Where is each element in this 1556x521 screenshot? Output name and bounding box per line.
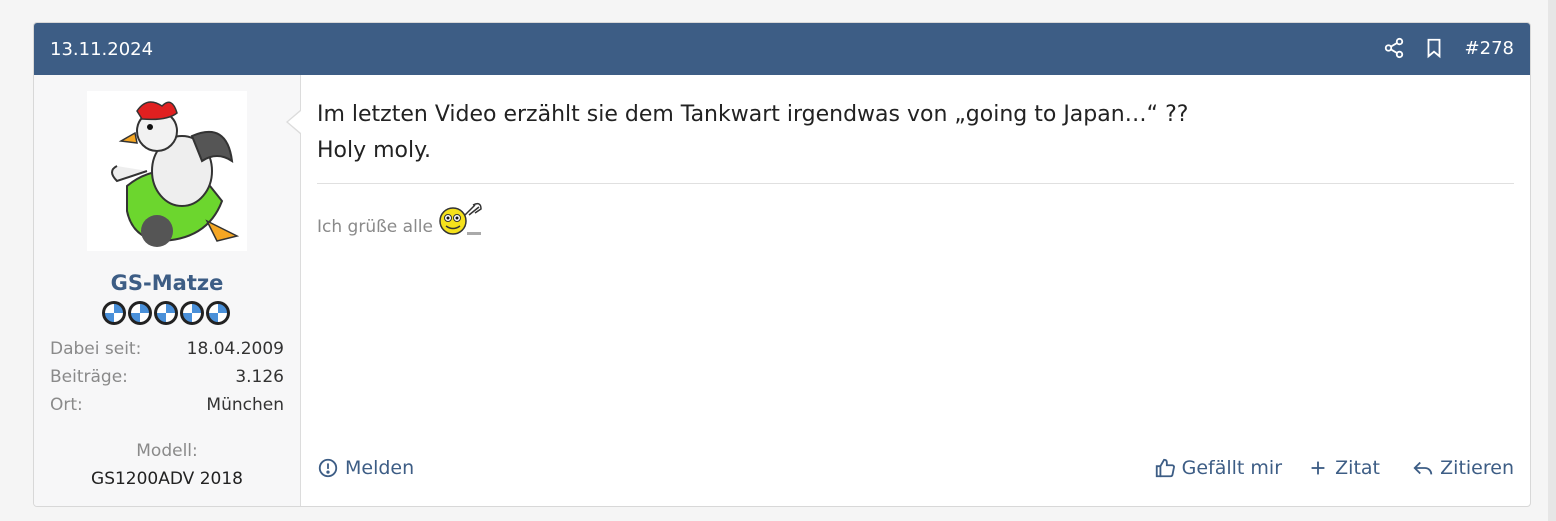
multi-quote-label: Zitat xyxy=(1335,457,1380,479)
waving-smiley-icon xyxy=(439,202,482,235)
report-label: Melden xyxy=(345,457,415,479)
info-joined: Dabei seit: 18.04.2009 xyxy=(50,339,284,359)
modell-label: Modell: xyxy=(136,441,198,461)
bookmark-icon[interactable] xyxy=(1423,37,1445,59)
header-actions: #278 xyxy=(1383,37,1514,59)
message-body: Im letzten Video erzählt sie dem Tankwar… xyxy=(317,97,1188,169)
reply-icon xyxy=(1413,461,1433,475)
avatar[interactable] xyxy=(87,91,247,251)
message-arrow-fill xyxy=(288,111,301,133)
multi-quote-button[interactable]: Zitat xyxy=(1307,457,1380,479)
plus-icon xyxy=(1311,461,1325,475)
report-button[interactable]: Melden xyxy=(317,457,414,479)
reply-quote-label: Zitieren xyxy=(1440,457,1514,479)
post-number-link[interactable]: #278 xyxy=(1465,38,1514,59)
signature: Ich grüße alle xyxy=(317,201,483,237)
user-sidebar: GS-Matze Dabei seit: 18.04.2009 Beiträge… xyxy=(34,75,301,506)
info-value[interactable]: 3.126 xyxy=(235,367,284,387)
rank-roundel-icon xyxy=(102,301,126,325)
info-value[interactable]: München xyxy=(206,395,284,415)
signature-text: Ich grüße alle xyxy=(317,217,433,237)
rank-roundel-icon xyxy=(206,301,230,325)
modell-value: GS1200ADV 2018 xyxy=(91,469,243,489)
username[interactable]: GS-Matze xyxy=(34,271,300,295)
post-date[interactable]: 13.11.2024 xyxy=(50,39,153,60)
post-actions: Melden Gefällt mir Zitat Zitieren xyxy=(317,457,1514,487)
info-location: Ort: München xyxy=(50,395,284,415)
info-label: Ort: xyxy=(50,395,83,415)
alert-circle-icon xyxy=(318,458,338,478)
reply-quote-button[interactable]: Zitieren xyxy=(1412,457,1514,479)
info-posts: Beiträge: 3.126 xyxy=(50,367,284,387)
forum-post: 13.11.2024 #278 GS-Matze Dabei seit: 18.… xyxy=(33,22,1531,507)
scrollbar-track[interactable] xyxy=(1548,0,1556,521)
like-button[interactable]: Gefällt mir xyxy=(1154,457,1282,479)
user-rank xyxy=(101,300,231,326)
post-content: Im letzten Video erzählt sie dem Tankwar… xyxy=(317,75,1514,506)
rank-roundel-icon xyxy=(154,301,178,325)
info-value: 18.04.2009 xyxy=(186,339,284,359)
message-line: Im letzten Video erzählt sie dem Tankwar… xyxy=(317,102,1189,127)
signature-divider xyxy=(317,183,1514,184)
rank-roundel-icon xyxy=(180,301,204,325)
post-header: 13.11.2024 #278 xyxy=(34,23,1530,75)
like-label: Gefällt mir xyxy=(1181,457,1282,479)
share-icon[interactable] xyxy=(1383,37,1405,59)
info-label: Beiträge: xyxy=(50,367,128,387)
info-label: Dabei seit: xyxy=(50,339,142,359)
thumbs-up-icon xyxy=(1155,458,1175,478)
message-line: Holy moly. xyxy=(317,138,432,163)
rank-roundel-icon xyxy=(128,301,152,325)
